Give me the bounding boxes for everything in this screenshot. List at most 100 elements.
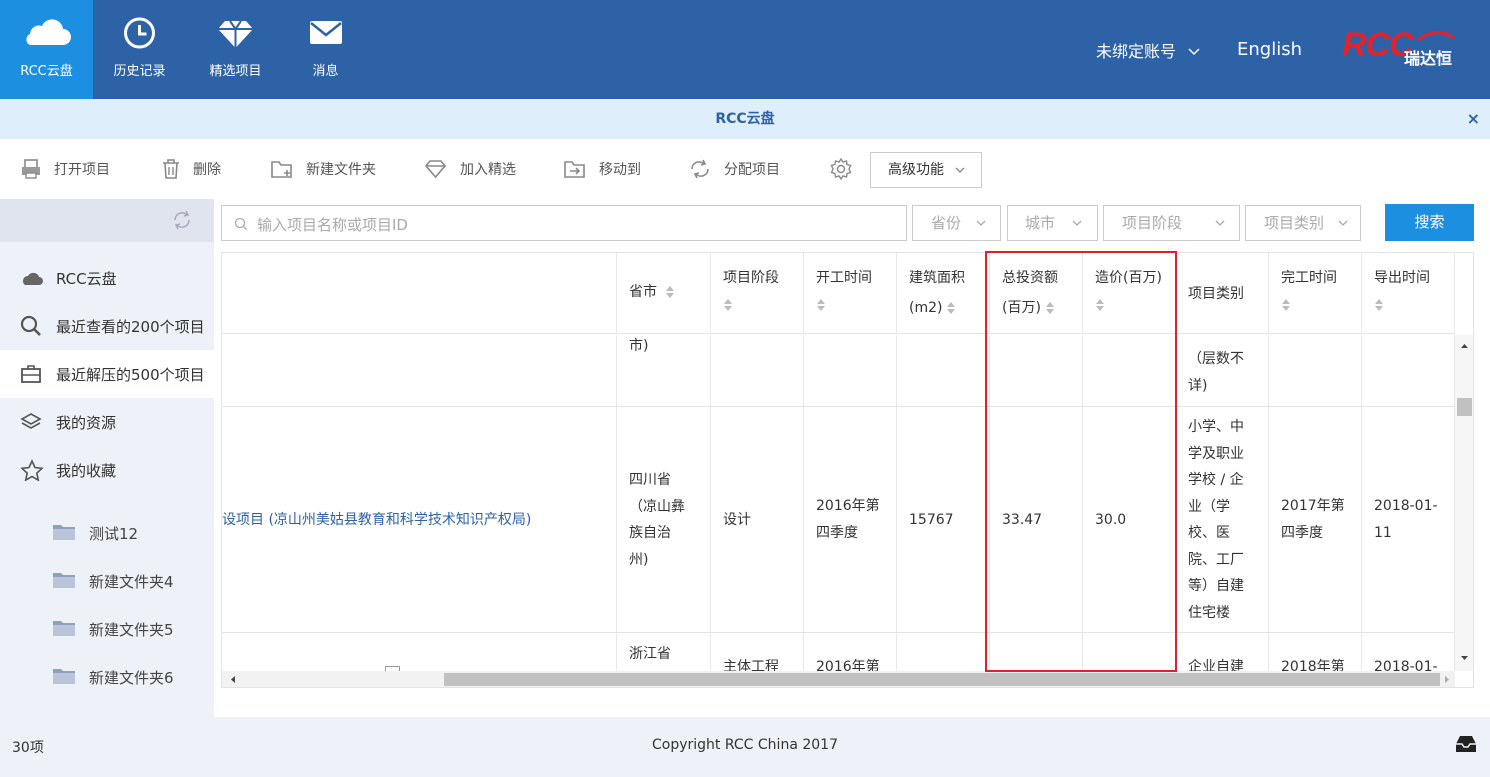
header-stage[interactable]: 项目阶段 [711, 253, 804, 334]
briefcase-icon [21, 365, 41, 383]
cell-stage: 设计 [723, 512, 751, 528]
cell-line: 小学、中 [1188, 419, 1244, 435]
open-project-button[interactable]: 打开项目 [20, 139, 110, 199]
toolbar-label: 分配项目 [724, 162, 780, 178]
cell-stage: 主体工程 [723, 659, 779, 671]
header-area[interactable]: 建筑面积 (m2) [897, 253, 990, 334]
stage-select[interactable]: 项目阶段 [1103, 205, 1240, 241]
cell-export: 2018-01- [1374, 659, 1438, 671]
header-export-time[interactable]: 导出时间 [1362, 253, 1455, 334]
close-button[interactable]: × [1467, 99, 1480, 139]
sidebar-item-my-resources[interactable]: 我的资源 [0, 398, 214, 446]
sidebar: RCC云盘 最近查看的200个项目 最近解压的500个项目 我的资源 我的收藏 … [0, 199, 214, 717]
city-select[interactable]: 城市 [1007, 205, 1098, 241]
col-stage [711, 335, 804, 671]
delete-button[interactable]: 删除 [161, 139, 221, 199]
table-body: 市) （层数不 详) 设项目 (凉山州美姑县教育和科学技术知识产权局) 四川省 … [222, 335, 1455, 671]
province-select[interactable]: 省份 [912, 205, 1001, 241]
diamond-icon [218, 20, 253, 48]
sidebar-folder[interactable]: 新建文件夹5 [0, 605, 214, 653]
sidebar-item-label: RCC云盘 [56, 269, 117, 288]
header-province-city[interactable]: 省市 [617, 253, 711, 334]
clock-icon [124, 17, 155, 49]
search-button[interactable]: 搜索 [1385, 204, 1474, 241]
cell-line: 2016年第 [816, 498, 880, 514]
cell-line: 学及职业 [1188, 445, 1244, 462]
toolbar: 打开项目 删除 新建文件夹 加入精选 移动到 分配项目 高级功能 [0, 139, 1490, 199]
select-label: 项目阶段 [1122, 214, 1183, 232]
sidebar-folder[interactable]: 新建文件夹6 [0, 653, 214, 701]
cell-export: 2018-01- 11 [1374, 493, 1438, 546]
folder-icon [53, 573, 75, 588]
sidebar-item-recent-viewed[interactable]: 最近查看的200个项目 [0, 302, 214, 350]
new-folder-button[interactable]: 新建文件夹 [270, 139, 376, 199]
col-area [897, 335, 990, 671]
scroll-down-icon[interactable] [1455, 651, 1474, 665]
refresh-icon[interactable] [171, 209, 193, 231]
copyright: Copyright RCC China 2017 [652, 737, 838, 753]
scroll-right-icon[interactable] [1440, 671, 1454, 688]
scroll-up-icon[interactable] [1455, 339, 1474, 353]
settings-button[interactable] [830, 139, 864, 199]
project-name-link[interactable]: 设项目 (凉山州美姑县教育和科学技术知识产权局) [222, 507, 531, 534]
sort-icon [666, 286, 675, 298]
cell-start: 2016年第 [816, 659, 880, 671]
horizontal-scroll-thumb[interactable] [444, 673, 1440, 686]
header-label: 项目类别 [1188, 286, 1244, 302]
nav-history[interactable]: 历史记录 [93, 0, 186, 99]
cell-line: （层数不 [1188, 351, 1244, 367]
header-start-time[interactable]: 开工时间 [804, 253, 897, 334]
nav-rcc-cloud[interactable]: RCC云盘 [0, 0, 93, 99]
table-header: 省市 项目阶段 开工时间 建筑面积 (m2) 总投资额 (百万) 造价(百万) … [222, 253, 1455, 334]
cell-category: 企业自建 [1188, 659, 1244, 671]
header-finish-time[interactable]: 完工时间 [1269, 253, 1362, 334]
cloud-icon [23, 272, 43, 285]
cell-line: 族自治 [629, 525, 671, 541]
account-dropdown[interactable]: 未绑定账号 [1096, 38, 1201, 62]
inbox-icon[interactable] [1454, 734, 1478, 754]
sort-icon [817, 299, 825, 311]
nav-featured[interactable]: 精选项目 [189, 0, 282, 99]
sidebar-item-rcc-cloud[interactable]: RCC云盘 [0, 254, 214, 302]
chevron-down-icon [1188, 48, 1200, 56]
scroll-left-icon[interactable] [226, 671, 240, 688]
add-featured-button[interactable]: 加入精选 [424, 139, 516, 199]
sidebar-item-label: 我的资源 [56, 413, 117, 432]
move-to-button[interactable]: 移动到 [563, 139, 641, 199]
category-select[interactable]: 项目类别 [1245, 205, 1361, 241]
header-label: 开工时间 [816, 270, 872, 286]
sidebar-folder[interactable]: 测试12 [0, 509, 214, 557]
cell-line: 2018-01- [1374, 498, 1438, 514]
assign-project-button[interactable]: 分配项目 [688, 139, 780, 199]
sidebar-folder[interactable]: 新建文件夹4 [0, 557, 214, 605]
nav-messages[interactable]: 消息 [279, 0, 372, 99]
header-label: 省市 [629, 284, 657, 300]
sort-icon [1282, 299, 1290, 311]
folder-label: 新建文件夹4 [89, 573, 174, 591]
account-label: 未绑定账号 [1096, 42, 1177, 61]
chevron-down-icon [1338, 220, 1348, 226]
sort-icon [724, 299, 732, 311]
language-switch[interactable]: English [1237, 39, 1302, 60]
sidebar-header [0, 199, 214, 242]
vertical-scroll-thumb[interactable] [1457, 398, 1472, 416]
share-arrows-icon [691, 159, 709, 179]
toolbar-label: 移动到 [599, 162, 641, 178]
toolbar-label: 打开项目 [54, 162, 110, 178]
cell-line: 四季度 [1281, 524, 1323, 541]
advanced-functions-dropdown[interactable]: 高级功能 [870, 152, 982, 188]
folder-icon [53, 525, 75, 540]
project-table: 省市 项目阶段 开工时间 建筑面积 (m2) 总投资额 (百万) 造价(百万) … [221, 252, 1474, 688]
search-input[interactable]: 输入项目名称或项目ID [221, 205, 907, 241]
toolbar-label: 新建文件夹 [306, 162, 376, 178]
sidebar-item-label: 我的收藏 [56, 461, 117, 480]
toolbar-label: 删除 [193, 162, 221, 178]
cell-finish: 2018年第 [1281, 659, 1345, 671]
header-name [222, 253, 617, 334]
nav-label: RCC云盘 [20, 64, 73, 79]
vertical-scrollbar[interactable] [1455, 335, 1474, 671]
sidebar-item-favorites[interactable]: 我的收藏 [0, 446, 214, 494]
sidebar-item-recent-extracted[interactable]: 最近解压的500个项目 [0, 350, 214, 398]
horizontal-scrollbar[interactable] [222, 671, 1455, 688]
toolbar-label: 加入精选 [460, 162, 516, 178]
